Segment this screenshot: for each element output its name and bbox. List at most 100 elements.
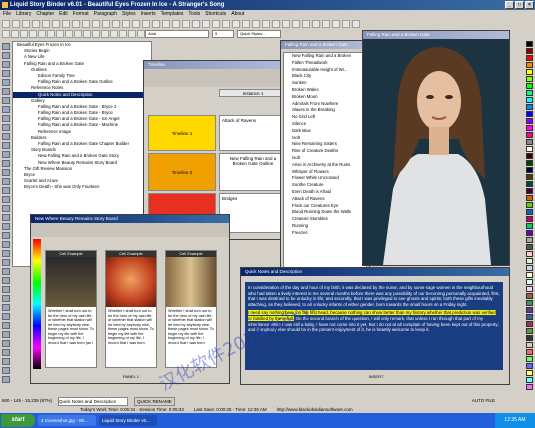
toolbar-button[interactable] <box>292 20 300 28</box>
toolbox-button[interactable] <box>2 115 10 122</box>
color-swatch[interactable] <box>526 223 533 229</box>
color-swatch[interactable] <box>526 258 533 264</box>
toolbar-button[interactable] <box>272 20 280 28</box>
color-swatch[interactable] <box>526 90 533 96</box>
outline-item[interactable]: Soothe Creature <box>284 182 366 189</box>
color-swatch[interactable] <box>526 279 533 285</box>
toolbox-button[interactable] <box>2 97 10 104</box>
color-swatch[interactable] <box>526 188 533 194</box>
color-swatch[interactable] <box>526 160 533 166</box>
outline-item[interactable]: Whisper of Flowers <box>284 169 366 176</box>
toolbox-button[interactable] <box>2 295 10 302</box>
timeline-row-1[interactable]: Timeline 1 <box>148 115 216 151</box>
website-link[interactable]: http://www.blackobsidiansoftware.com <box>277 406 353 413</box>
toolbar-button[interactable] <box>352 20 360 28</box>
toolbar-button[interactable] <box>172 20 180 28</box>
format-button[interactable] <box>128 30 136 38</box>
toolbar-button[interactable] <box>2 20 10 28</box>
color-swatch[interactable] <box>526 230 533 236</box>
outline-item[interactable]: Freezes <box>284 230 366 237</box>
toolbar-button[interactable] <box>222 20 230 28</box>
color-swatch[interactable] <box>526 111 533 117</box>
color-swatch[interactable] <box>526 132 533 138</box>
toolbar-button[interactable] <box>132 20 140 28</box>
format-button[interactable] <box>119 30 127 38</box>
toolbar-button[interactable] <box>242 20 250 28</box>
color-swatch[interactable] <box>526 69 533 75</box>
toolbar-button[interactable] <box>52 20 60 28</box>
outline-item[interactable]: Broken Moon <box>284 94 366 101</box>
color-swatch[interactable] <box>526 377 533 383</box>
toolbox-button[interactable] <box>2 259 10 266</box>
toolbox-button[interactable] <box>2 151 10 158</box>
menu-inserts[interactable]: Inserts <box>141 10 156 19</box>
toolbar-button[interactable] <box>32 20 40 28</box>
outline-item[interactable]: Fallen Threadwork <box>284 60 366 67</box>
outline-item[interactable]: Dark Blue <box>284 128 366 135</box>
menu-paragraph[interactable]: Paragraph <box>94 10 117 19</box>
format-button[interactable] <box>29 30 37 38</box>
minimize-button[interactable]: _ <box>505 1 514 9</box>
start-button[interactable]: start <box>1 414 35 427</box>
outline-item[interactable]: Arise in Archivelry at the Ruins <box>284 162 366 169</box>
color-swatch[interactable] <box>526 300 533 306</box>
task-screenshot[interactable]: 4 Screenshot.jpg - Wi... <box>38 415 96 426</box>
color-swatch[interactable] <box>526 202 533 208</box>
color-swatch[interactable] <box>526 286 533 292</box>
cell-text[interactable]: Whether I shall turn out to be the hero … <box>106 307 156 365</box>
color-swatch[interactable] <box>526 321 533 327</box>
outline-item[interactable]: Nine Remaining Sisters <box>284 141 366 148</box>
format-button[interactable] <box>110 30 118 38</box>
tree-item[interactable]: Bryce's Death - She was Only Fourteen <box>13 184 151 190</box>
color-swatch[interactable] <box>526 62 533 68</box>
format-button[interactable] <box>47 30 55 38</box>
task-story-binder[interactable]: Liquid Story Binder v6... <box>99 415 157 426</box>
format-button[interactable] <box>11 30 19 38</box>
format-button[interactable] <box>38 30 46 38</box>
storyboard-cell-2[interactable]: Cell Example Whether I shall turn out to… <box>105 250 157 368</box>
outline-item[interactable]: Flock our Creatures Eye <box>284 203 366 210</box>
toolbox-button[interactable] <box>2 331 10 338</box>
color-swatch[interactable] <box>526 307 533 313</box>
toolbox-button[interactable] <box>2 106 10 113</box>
font-size-select[interactable]: 9 <box>212 30 234 38</box>
menu-edit[interactable]: Edit <box>59 10 68 19</box>
color-swatch[interactable] <box>526 216 533 222</box>
toolbar-button[interactable] <box>332 20 340 28</box>
toolbar-button[interactable] <box>342 20 350 28</box>
color-swatch[interactable] <box>526 181 533 187</box>
toolbox-button[interactable] <box>2 349 10 356</box>
timeline-event-2[interactable]: New Falling Rain and a Broken Gate Outli… <box>219 153 287 191</box>
outline-item[interactable]: Isolt <box>284 155 366 162</box>
format-button[interactable] <box>65 30 73 38</box>
outline-item[interactable]: Attack of Ravens <box>284 196 366 203</box>
maximize-button[interactable]: □ <box>515 1 524 9</box>
toolbox-button[interactable] <box>2 304 10 311</box>
menu-format[interactable]: Format <box>73 10 89 19</box>
format-button[interactable] <box>83 30 91 38</box>
toolbox-button[interactable] <box>2 232 10 239</box>
toolbox-button[interactable] <box>2 376 10 383</box>
outline-item[interactable]: Silence <box>284 121 366 128</box>
toolbox-button[interactable] <box>2 286 10 293</box>
toolbar-button[interactable] <box>92 20 100 28</box>
color-swatch[interactable] <box>526 97 533 103</box>
outline-item[interactable]: Creature Stumbles <box>284 216 366 223</box>
toolbox-button[interactable] <box>2 241 10 248</box>
outline-item[interactable]: Broken Wales <box>284 87 366 94</box>
toolbox-button[interactable] <box>2 70 10 77</box>
menu-shortcuts[interactable]: Shortcuts <box>205 10 226 19</box>
color-swatch[interactable] <box>526 174 533 180</box>
toolbox-button[interactable] <box>2 196 10 203</box>
outline-item[interactable]: Sunken <box>284 80 366 87</box>
toolbox-button[interactable] <box>2 52 10 59</box>
toolbar-button[interactable] <box>232 20 240 28</box>
toolbox-button[interactable] <box>2 322 10 329</box>
color-swatch[interactable] <box>526 314 533 320</box>
toolbox-button[interactable] <box>2 133 10 140</box>
toolbox-button[interactable] <box>2 268 10 275</box>
toolbar-button[interactable] <box>82 20 90 28</box>
menu-about[interactable]: About <box>231 10 244 19</box>
toolbar-button[interactable] <box>262 20 270 28</box>
color-swatch[interactable] <box>526 328 533 334</box>
